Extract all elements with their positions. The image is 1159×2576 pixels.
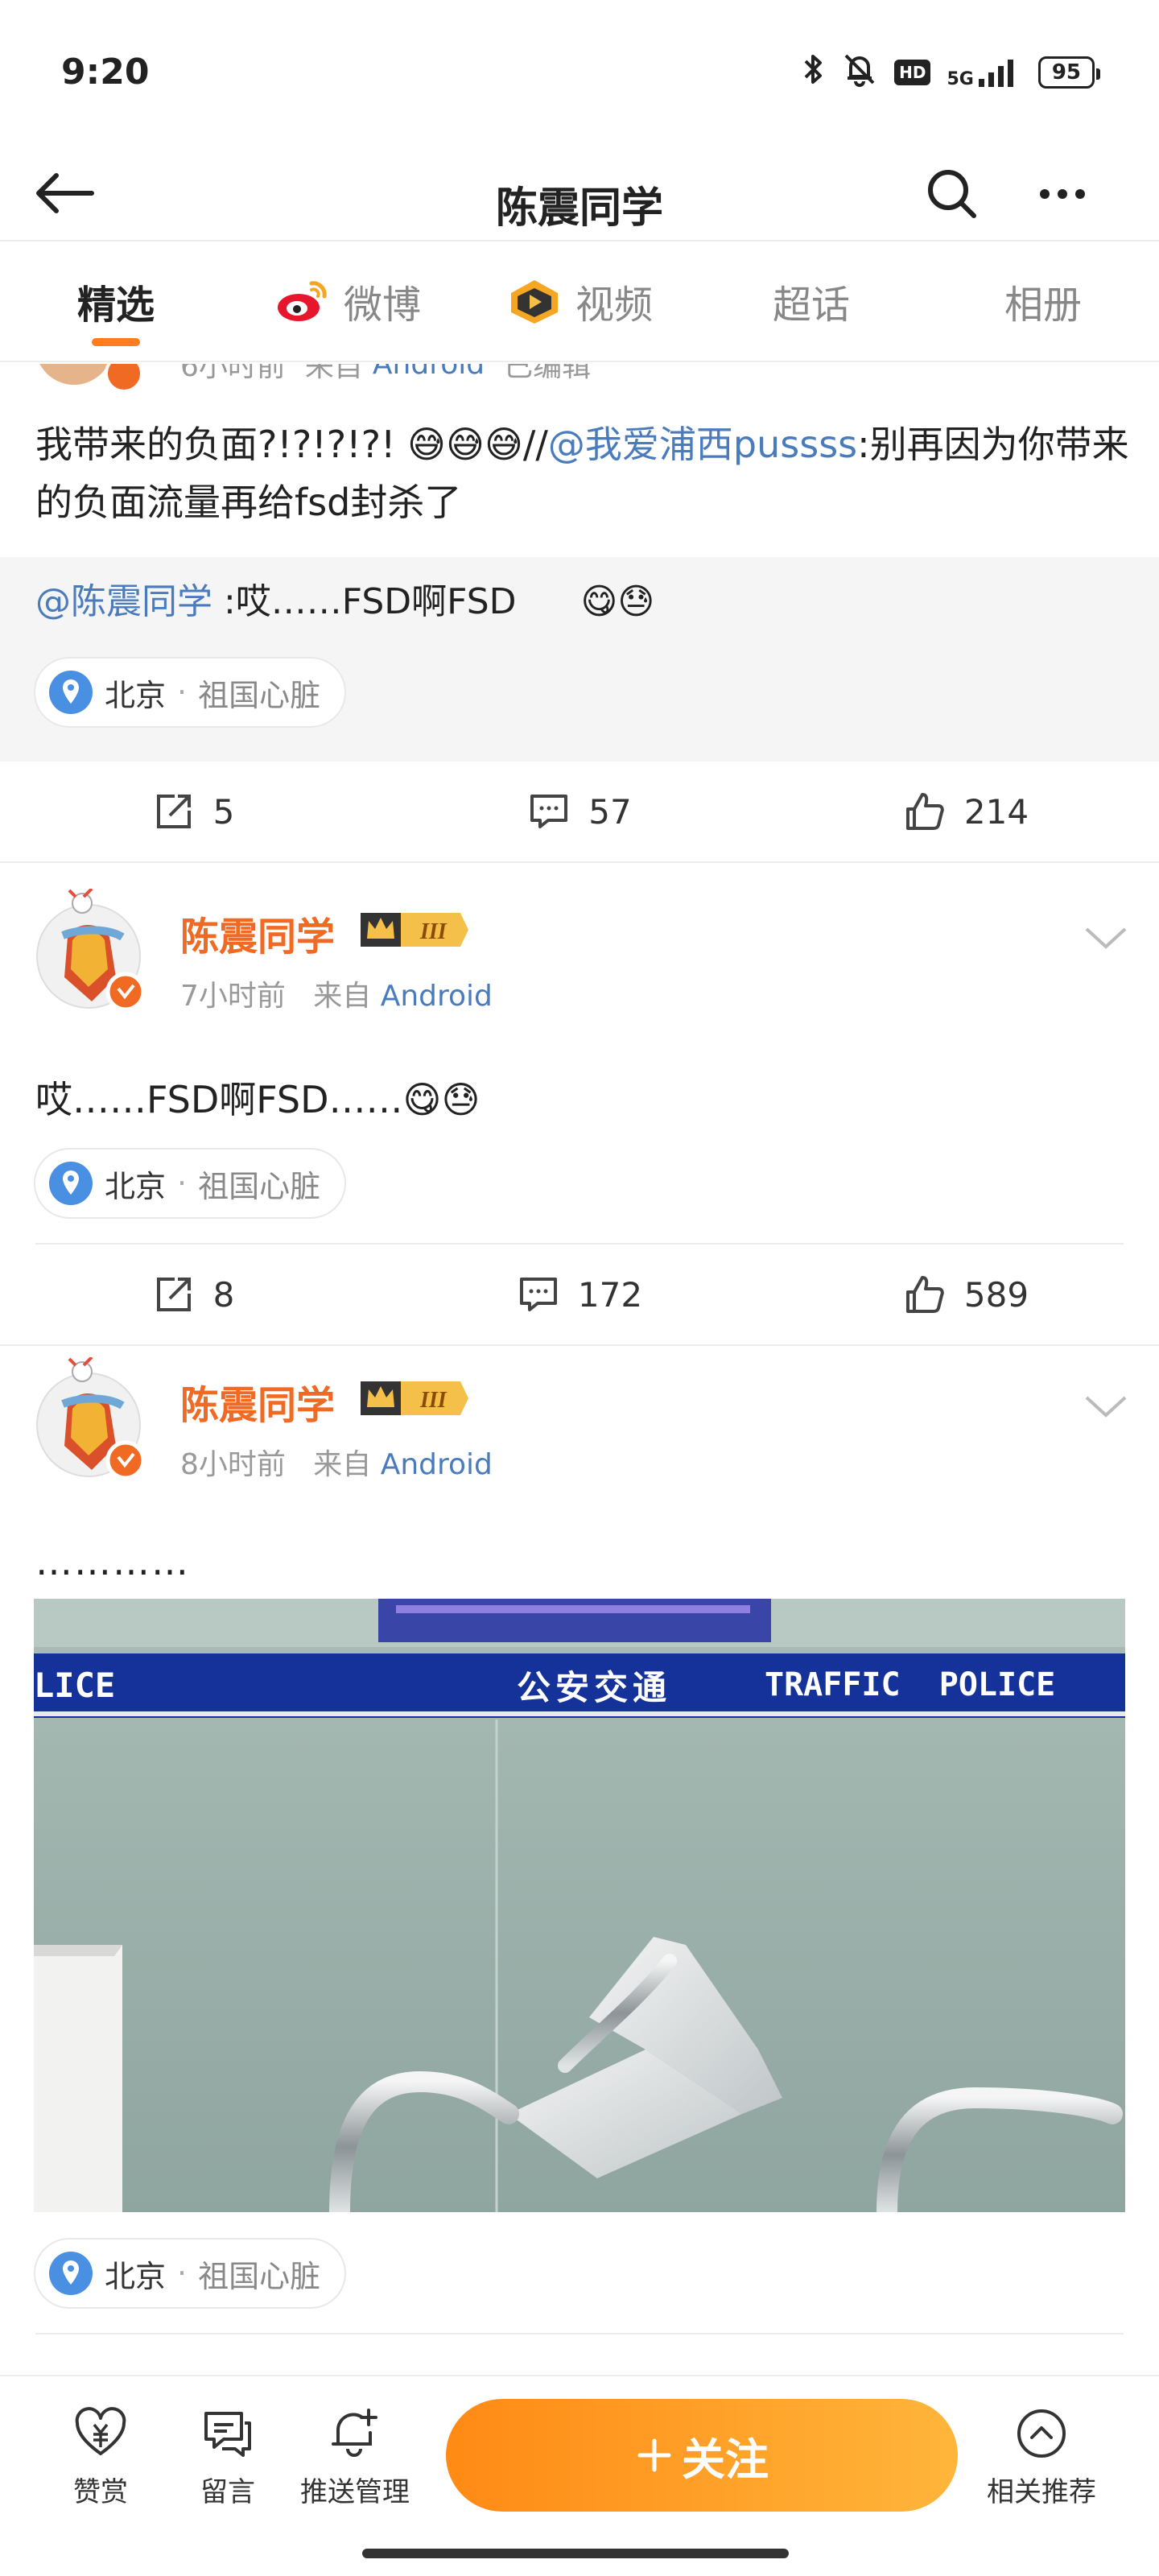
post-text: 我带来的负面?!?!?!?! 😅😅😅//@我爱浦西pussss:别再因为你带来的… — [35, 423, 1129, 524]
plus-icon — [637, 2438, 671, 2472]
weibo-logo-icon — [277, 281, 327, 321]
profile-tabs: 精选 微博 视频 超话 相册 — [0, 242, 1159, 362]
mention-link[interactable]: @陈震同学 — [35, 581, 212, 622]
avatar[interactable] — [35, 364, 113, 385]
thumbs-up-icon — [905, 793, 944, 830]
home-indicator[interactable] — [362, 2549, 789, 2558]
chevron-up-circle-icon — [1017, 2409, 1066, 2458]
video-icon — [510, 280, 558, 324]
verified-badge-icon — [105, 364, 143, 393]
badge-level: III — [419, 919, 448, 944]
repost-text: @陈震同学 :哎……FSD啊FSD 😋😓 — [35, 581, 655, 622]
more-button[interactable] — [1030, 166, 1095, 222]
message-button[interactable]: 留言 — [167, 2405, 288, 2509]
follow-button[interactable]: 关注 — [446, 2399, 958, 2512]
comment-button[interactable]: 57 — [386, 762, 773, 861]
reward-heart-icon — [75, 2407, 126, 2455]
repost-button[interactable]: 8 — [0, 1245, 386, 1344]
post-actions: 8 172 589 — [0, 1245, 1159, 1346]
post-photo[interactable]: LICE 公安交通 TRAFFIC POLICE — [34, 1599, 1125, 2212]
chevron-down-icon[interactable] — [1083, 1393, 1128, 1420]
repost-button[interactable]: 5 — [0, 762, 386, 861]
member-crown-badge-icon: III — [361, 913, 468, 947]
username[interactable]: 陈震同学 — [180, 905, 335, 961]
bell-add-icon — [332, 2409, 377, 2457]
battery-indicator: 95 — [1037, 56, 1101, 89]
post-meta: 7小时前 来自 Android — [180, 980, 493, 1013]
avatar[interactable] — [35, 1356, 148, 1480]
location-tag[interactable]: 北京 · 祖国心脏 — [34, 2238, 347, 2309]
repost-icon — [156, 795, 191, 828]
mention-link[interactable]: @我爱浦西pussss — [548, 423, 857, 466]
location-pin-icon — [49, 1162, 93, 1205]
tab-album[interactable]: 相册 — [927, 242, 1159, 361]
push-settings-button[interactable]: 推送管理 — [295, 2405, 415, 2509]
tab-featured[interactable]: 精选 — [0, 242, 232, 361]
like-button[interactable]: 589 — [773, 1245, 1159, 1344]
sign-text-en: TRAFFIC POLICE — [765, 1666, 1056, 1703]
badge-level: III — [419, 1388, 448, 1413]
post-text: 哎……FSD啊FSD……😋😓 — [35, 1078, 481, 1121]
search-button[interactable] — [924, 166, 980, 222]
reward-button[interactable]: 赞赏 — [40, 2405, 161, 2509]
clock: 9:20 — [61, 52, 150, 93]
post-meta: 8小时前 来自 Android — [180, 1448, 493, 1481]
sign-text-cn: 公安交通 — [517, 1667, 672, 1707]
tab-super-topic[interactable]: 超话 — [695, 242, 927, 361]
like-button[interactable]: 214 — [773, 762, 1159, 861]
thumbs-up-icon — [905, 1276, 944, 1313]
hd-indicator: HD — [894, 60, 931, 85]
message-icon — [204, 2412, 251, 2457]
username[interactable]: 陈震同学 — [180, 1373, 335, 1430]
post-actions: 5 57 214 — [0, 762, 1159, 863]
chevron-down-icon[interactable] — [1083, 924, 1128, 952]
signal-icon: 5G — [947, 56, 1021, 89]
related-recommend-button[interactable]: 相关推荐 — [977, 2405, 1106, 2509]
comment-button[interactable]: 172 — [386, 1245, 773, 1344]
post-header: 陈震同学 III 8小时前 来自 Android — [0, 1356, 1159, 1502]
repost-icon — [156, 1278, 191, 1311]
bottom-action-bar: 赞赏 留言 推送管理 关注 相关推荐 — [0, 2375, 1159, 2576]
dot-icon — [1075, 189, 1085, 199]
post-header: 陈震同学 III 7小时前 来自 Android — [0, 887, 1159, 1034]
location-pin-icon — [49, 2252, 93, 2295]
location-tag[interactable]: 北京 · 祖国心脏 — [34, 657, 347, 728]
post-meta: 6小时前 来自 Android 已编辑 — [180, 364, 592, 383]
sign-text-left: LICE — [34, 1665, 116, 1705]
post-card: 6小时前 来自 Android 已编辑 我带来的负面?!?!?!?! 😅😅😅//… — [0, 364, 1159, 863]
dot-icon — [1058, 189, 1067, 199]
comment-icon — [530, 795, 568, 828]
tab-weibo[interactable]: 微博 — [232, 242, 464, 361]
status-icons: HD 5G 95 — [801, 50, 1101, 95]
member-crown-badge-icon: III — [361, 1381, 468, 1415]
dot-icon — [1040, 189, 1050, 199]
bluetooth-icon — [801, 52, 825, 94]
page-title: 陈震同学 — [495, 184, 663, 233]
location-pin-icon — [49, 671, 93, 714]
post-text: ………… — [35, 1540, 190, 1583]
location-tag[interactable]: 北京 · 祖国心脏 — [34, 1148, 347, 1219]
comment-icon — [519, 1278, 557, 1311]
post-card: 陈震同学 III 8小时前 来自 Android ………… LICE 公安交通 … — [0, 1333, 1159, 2375]
status-bar: 9:20 HD 5G 95 — [0, 0, 1159, 145]
mute-bell-icon — [841, 51, 878, 95]
avatar[interactable] — [35, 887, 148, 1012]
divider — [35, 2333, 1124, 2334]
top-navbar: 陈震同学 — [0, 145, 1159, 242]
repost-box[interactable]: @陈震同学 :哎……FSD啊FSD 😋😓 北京 · 祖国心脏 — [0, 557, 1159, 762]
tab-video[interactable]: 视频 — [464, 242, 695, 361]
feed: 6小时前 来自 Android 已编辑 我带来的负面?!?!?!?! 😅😅😅//… — [0, 364, 1159, 2375]
post-card: 陈震同学 III 7小时前 来自 Android 哎……FSD啊FSD……😋😓 … — [0, 865, 1159, 1346]
